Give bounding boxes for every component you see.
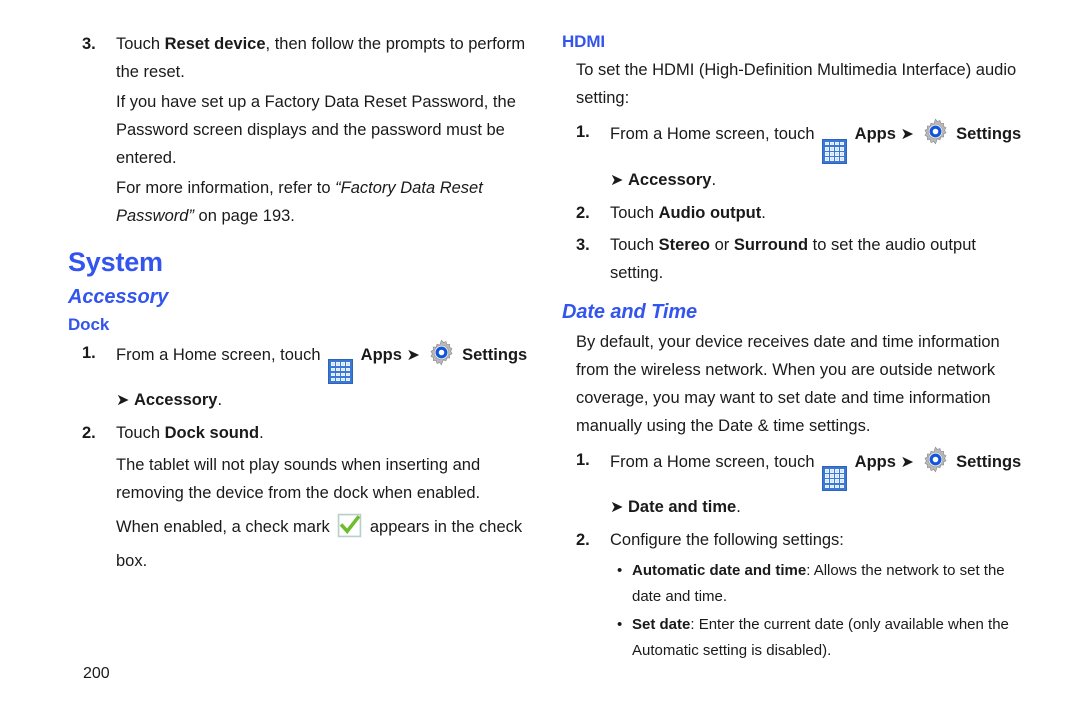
apps-label: Apps [360,346,402,365]
list-item-hdmi-step3: 3. Touch Stereo or Surround to set the a… [562,231,1032,287]
arrow-icon: ➤ [900,126,914,144]
gear-icon [922,446,949,473]
period: . [711,170,717,189]
subsection-heading-date-and-time: Date and Time [562,300,698,323]
period: . [217,391,223,410]
datetime-intro: By default, your device receives date an… [576,332,1000,435]
datetime-step1-text: From a Home screen, touch Apps ➤ Setting… [610,446,1032,492]
stereo-label: Stereo [658,235,710,254]
dock-notes: The tablet will not play sounds when ins… [68,451,538,575]
list-number: 3. [576,235,590,254]
list-item-dock-step1: 1. From a Home screen, touch Apps ➤ Sett… [68,339,538,415]
dock-steps-list: 1. From a Home screen, touch Apps ➤ Sett… [68,339,538,447]
settings-label: Settings [462,346,528,365]
green-checkmark-icon [337,514,362,542]
gear-icon [428,339,455,366]
apps-grid-icon [822,138,848,164]
step3-line1: Touch Reset device, then follow the prom… [116,30,538,86]
hdmi-step3-text: Touch Stereo or Surround to set the audi… [610,231,1032,287]
list-number: 2. [576,531,590,550]
hdmi-step2-text: Touch Audio output. [610,199,1032,227]
list-number: 1. [82,344,96,363]
step3-text-a: Touch [116,35,165,53]
reset-device-label: Reset device [164,35,266,53]
hdmi-steps-list: 1. From a Home screen, touch Apps ➤ Sett… [562,118,1032,286]
dock-note-2: When enabled, a check mark appears in th… [116,513,538,575]
list-item-datetime-step2: 2. Configure the following settings: [562,526,1032,554]
accessory-menu-label: Accessory [628,170,712,189]
bullet-icon: • [617,562,623,580]
surround-label: Surround [733,235,809,254]
page-number: 200 [83,665,110,682]
list-item-dock-step2: 2. Touch Dock sound. [68,419,538,447]
checkmark-text-before: When enabled, a check mark [116,518,335,537]
dock-sound-label: Dock sound [164,424,260,443]
list-item-automatic-date-and-time: • Automatic date and time: Allows the ne… [562,558,1032,610]
period: . [736,498,741,517]
dock-note-1: The tablet will not play sounds when ins… [116,456,481,503]
arrow-icon: ➤ [116,392,130,410]
subsection-heading-accessory: Accessory [68,285,169,308]
step3-para3: For more information, refer to “Factory … [116,174,538,230]
gear-icon [922,118,949,145]
manual-page: 3. Touch Reset device, then follow the p… [0,0,1080,720]
cross-ref-page: on page 193. [193,207,295,225]
step-prefix: From a Home screen, touch [610,452,820,471]
set-date-label: Set date [632,616,691,634]
list-item-step3: 3. Touch Reset device, then follow the p… [68,30,538,230]
arrow-icon: ➤ [610,171,624,189]
step-prefix: Touch [610,203,659,222]
hdmi-step1-text: From a Home screen, touch Apps ➤ Setting… [610,118,1032,164]
subsection-heading-hdmi: HDMI [562,32,606,51]
list-number: 2. [82,424,96,443]
section-heading-system: System [68,247,163,277]
step-prefix: Touch [116,424,165,443]
left-column: 3. Touch Reset device, then follow the p… [68,30,538,581]
period: . [761,203,766,222]
datetime-step2-text: Configure the following settings: [610,531,844,550]
hdmi-step1-sub: ➤ Accessory. [610,166,1032,195]
subsection-heading-dock: Dock [68,314,110,334]
hdmi-intro: To set the HDMI (High-Definition Multime… [576,61,1017,108]
apps-label: Apps [854,452,896,471]
step3-para2: If you have set up a Factory Data Reset … [116,93,516,167]
list-item-hdmi-step1: 1. From a Home screen, touch Apps ➤ Sett… [562,118,1032,194]
datetime-settings-bullets: • Automatic date and time: Allows the ne… [562,558,1032,664]
accessory-menu-label: Accessory [134,391,218,410]
period: . [259,424,264,443]
apps-grid-icon [328,359,354,385]
apps-grid-icon [822,466,848,492]
list-number: 2. [576,203,590,222]
step-prefix: From a Home screen, touch [116,346,326,365]
list-item-hdmi-step2: 2. Touch Audio output. [562,199,1032,227]
dock-step1-text: From a Home screen, touch Apps ➤ Setting… [116,339,538,385]
settings-label: Settings [956,452,1022,471]
list-item-datetime-step1: 1. From a Home screen, touch Apps ➤ Sett… [562,446,1032,522]
datetime-step1-sub: ➤ Date and time. [610,493,1032,522]
cross-ref-prefix: For more information, refer to [116,179,336,197]
settings-label: Settings [956,125,1022,144]
step-prefix: Touch [610,235,659,254]
list-number: 3. [82,35,96,53]
dock-step1-sub: ➤ Accessory. [116,386,538,415]
list-item-set-date: • Set date: Enter the current date (only… [562,612,1032,664]
datetime-steps-list: 1. From a Home screen, touch Apps ➤ Sett… [562,446,1032,554]
or-text: or [709,235,734,254]
date-and-time-menu-label: Date and time [628,498,737,517]
arrow-icon: ➤ [406,347,420,365]
arrow-icon: ➤ [900,453,914,471]
list-number: 1. [576,450,590,469]
audio-output-label: Audio output [658,203,762,222]
apps-label: Apps [854,125,896,144]
bullet-icon: • [617,616,623,634]
dock-step2-text: Touch Dock sound. [116,419,538,447]
step-prefix: From a Home screen, touch [610,125,820,144]
right-column: HDMI To set the HDMI (High-Definition Mu… [562,30,1032,666]
list-number: 1. [576,123,590,142]
automatic-date-and-time-label: Automatic date and time [632,562,807,580]
arrow-icon: ➤ [610,499,624,517]
